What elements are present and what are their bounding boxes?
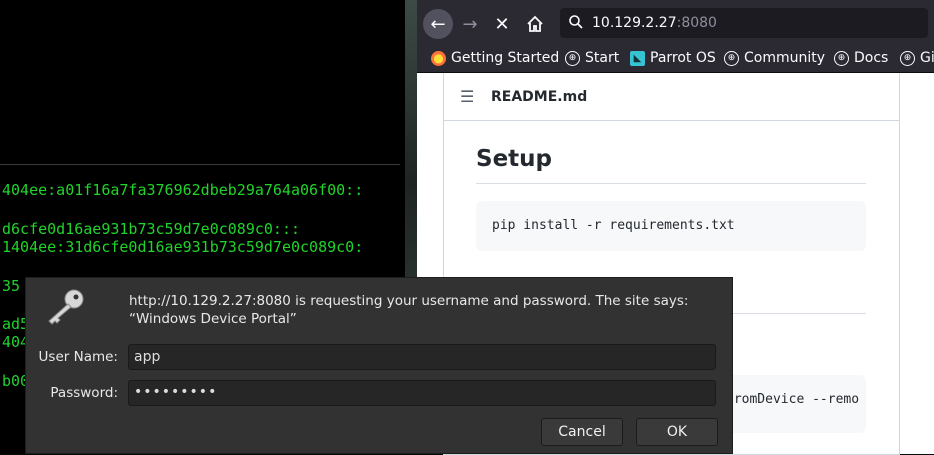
parrot-icon: ◣ — [630, 50, 645, 66]
bookmark-label: Community — [744, 50, 826, 66]
auth-message-line: http://10.129.2.27:8080 is requesting yo… — [129, 293, 689, 309]
forward-button[interactable]: → — [455, 9, 485, 39]
terminal-line: 1404ee:31d6cfe0d16ae931b73c59d7e0c089c0: — [2, 238, 364, 256]
back-button[interactable]: ← — [423, 9, 453, 39]
list-icon[interactable]: ☰ — [460, 87, 474, 106]
url-bar[interactable]: 10.129.2.27:8080 — [560, 8, 928, 38]
url-port: :8080 — [676, 15, 717, 31]
password-value: ••••••••• — [134, 384, 218, 400]
password-label: Password: — [50, 385, 118, 401]
terminal-line: 35 — [2, 277, 21, 295]
search-icon — [569, 15, 583, 29]
setup-heading: Setup — [476, 146, 552, 172]
bookmark-label: Getting Started — [451, 50, 560, 66]
bookmarks-bar: ● Getting Started ⊕ Start ◣ Parrot OS ⊕ Comm… — [417, 46, 934, 73]
bookmark-label: Start — [585, 50, 620, 66]
home-icon — [527, 15, 543, 32]
url-text: 10.129.2.27:8080 — [592, 15, 717, 31]
globe-icon: ⊕ — [834, 50, 849, 66]
globe-icon: ⊕ — [900, 50, 915, 66]
heading-divider — [476, 183, 866, 184]
browser-toolbar: ← → ✕ 10.129.2.27:8080 — [417, 0, 934, 46]
url-host: 10.129.2.27 — [592, 15, 677, 31]
username-value: app — [134, 349, 161, 365]
home-button[interactable] — [520, 9, 550, 39]
username-label: User Name: — [38, 349, 118, 365]
readme-title: README.md — [491, 89, 588, 105]
bookmark-start[interactable]: ⊕ Start — [565, 50, 619, 66]
terminal-line: 404ee:a01f16a7fa376962dbeb29a764a06f00:: — [2, 181, 364, 199]
auth-dialog: http://10.129.2.27:8080 is requesting yo… — [25, 277, 733, 454]
bookmark-getting-started[interactable]: ● Getting Started — [431, 50, 559, 66]
bookmark-label: Parrot OS — [650, 50, 716, 66]
bookmark-community[interactable]: ⊕ Community — [724, 50, 825, 66]
terminal-divider — [0, 164, 400, 165]
password-field[interactable]: ••••••••• — [128, 380, 716, 406]
globe-icon: ⊕ — [724, 50, 739, 66]
code-text: FromDevice --remo — [726, 392, 860, 407]
stop-button[interactable]: ✕ — [487, 9, 517, 39]
auth-message: http://10.129.2.27:8080 is requesting yo… — [129, 292, 719, 328]
firefox-icon: ● — [431, 50, 446, 66]
bookmark-label: Docs — [854, 50, 889, 66]
arrow-right-icon: → — [462, 13, 478, 35]
bookmark-label: Gi — [920, 50, 934, 66]
globe-icon: ⊕ — [565, 50, 580, 66]
bookmark-parrot-os[interactable]: ◣ Parrot OS — [630, 50, 716, 66]
readme-header: ☰ README.md — [444, 73, 899, 121]
cancel-button[interactable]: Cancel — [541, 418, 623, 446]
bookmark-docs[interactable]: ⊕ Docs — [834, 50, 888, 66]
key-icon — [48, 289, 84, 325]
auth-message-realm: “Windows Device Portal” — [129, 311, 297, 327]
username-field[interactable]: app — [128, 344, 716, 370]
code-block: pip install -r requirements.txt — [476, 201, 866, 251]
terminal-line: d6cfe0d16ae931b73c59d7e0c089c0::: — [2, 220, 301, 238]
arrow-left-icon: ← — [430, 13, 446, 35]
bookmark-git[interactable]: ⊕ Gi — [900, 50, 934, 66]
ok-button[interactable]: OK — [636, 418, 718, 446]
code-text: pip install -r requirements.txt — [492, 218, 735, 233]
close-icon: ✕ — [494, 13, 510, 35]
